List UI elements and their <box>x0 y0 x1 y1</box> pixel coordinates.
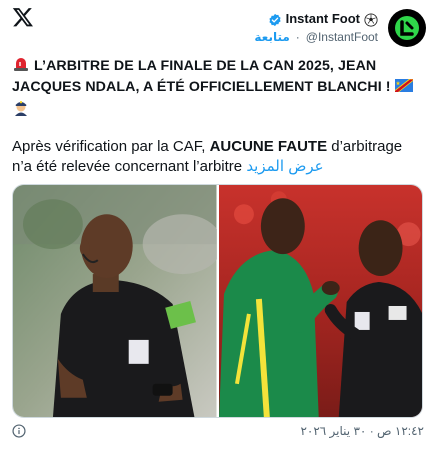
follow-button[interactable]: متابعة <box>254 30 289 45</box>
author-name-row[interactable]: Instant Foot <box>268 11 378 27</box>
separator-dot: · <box>295 29 300 44</box>
verified-badge-icon <box>269 13 281 26</box>
referee-photo-right[interactable] <box>218 185 423 417</box>
tweet-headline: L’ARBITRE DE LA FINALE DE LA CAN 2025, J… <box>12 55 426 120</box>
instant-foot-logo-icon <box>395 16 419 40</box>
flag-drc-icon <box>394 79 413 92</box>
author-block: Instant Foot متابعة · @InstantFoot <box>254 11 378 44</box>
show-more-link[interactable]: عرض المزيد <box>246 158 323 175</box>
author-display-name[interactable]: Instant Foot <box>286 11 360 27</box>
tweet-timestamp[interactable]: ١٢:٤٢ ص · ٣٠ يناير ٢٠٢٦ <box>300 424 424 438</box>
headline-text: L’ARBITRE DE LA FINALE DE LA CAN 2025, J… <box>12 58 391 95</box>
tweet-media[interactable] <box>12 184 423 418</box>
info-icon[interactable] <box>12 424 26 438</box>
body-text-intro: Après vérification par la CAF, <box>12 138 210 155</box>
tweet-header: Instant Foot متابعة · @InstantFoot <box>254 6 426 50</box>
avatar[interactable] <box>388 9 426 47</box>
soccer-ball-icon <box>364 12 378 27</box>
body-text-bold: AUCUNE FAUTE <box>209 138 328 155</box>
author-handle[interactable]: @InstantFoot <box>306 30 378 45</box>
x-logo-icon[interactable] <box>12 6 34 28</box>
tweet-body: Après vérification par la CAF, AUCUNE FA… <box>12 137 426 177</box>
siren-icon <box>14 58 28 71</box>
referee-photo-left[interactable] <box>13 185 217 417</box>
police-officer-icon <box>15 101 27 116</box>
author-sub-row: متابعة · @InstantFoot <box>254 30 378 45</box>
